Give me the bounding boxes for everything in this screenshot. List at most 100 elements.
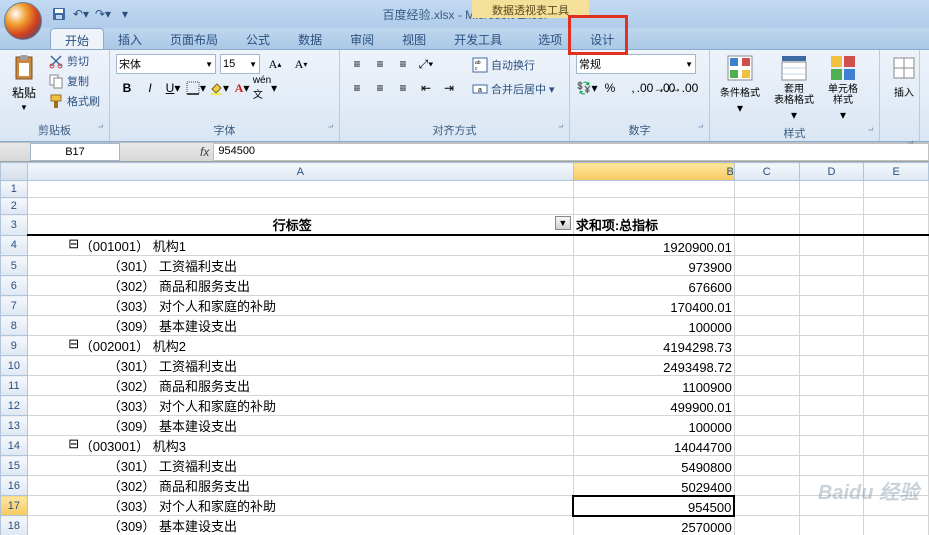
cell[interactable]: ⊟（003001） 机构3 [27, 436, 573, 456]
row-header[interactable]: 7 [1, 296, 28, 316]
col-header-D[interactable]: D [799, 163, 864, 181]
collapse-icon[interactable]: ⊟ [68, 236, 80, 252]
cell[interactable] [864, 296, 929, 316]
cell[interactable] [799, 396, 864, 416]
cell[interactable]: 973900 [573, 256, 734, 276]
cell[interactable] [799, 356, 864, 376]
tab-data[interactable]: 数据 [284, 28, 336, 49]
cell[interactable]: 100000 [573, 416, 734, 436]
cell[interactable] [799, 296, 864, 316]
row-header[interactable]: 5 [1, 256, 28, 276]
cell[interactable] [864, 516, 929, 535]
cell[interactable]: （301） 工资福利支出 [27, 356, 573, 376]
cell[interactable] [799, 476, 864, 496]
cell-style-button[interactable]: 单元格 样式▾ [822, 52, 864, 124]
tab-review[interactable]: 审阅 [336, 28, 388, 49]
office-button[interactable] [4, 2, 42, 40]
row-header[interactable]: 3 [1, 215, 28, 236]
orientation[interactable]: ⤢▾ [415, 54, 437, 74]
cell[interactable] [864, 256, 929, 276]
row-header[interactable]: 12 [1, 396, 28, 416]
cell[interactable] [864, 316, 929, 336]
tab-options[interactable]: 选项 [524, 28, 576, 49]
formula-bar[interactable]: 954500 [213, 143, 929, 161]
row-header[interactable]: 6 [1, 276, 28, 296]
cell[interactable]: ⊟（002001） 机构2 [27, 336, 573, 356]
cell[interactable]: （309） 基本建设支出 [27, 416, 573, 436]
tab-insert[interactable]: 插入 [104, 28, 156, 49]
select-all-corner[interactable] [1, 163, 28, 181]
cell[interactable]: （303） 对个人和家庭的补助 [27, 396, 573, 416]
align-right[interactable]: ≡ [392, 78, 414, 98]
pivot-value-header[interactable]: 求和项:总指标 [573, 215, 734, 236]
grow-font-button[interactable]: A▴ [264, 54, 286, 74]
tab-design[interactable]: 设计 [576, 28, 628, 49]
align-center[interactable]: ≡ [369, 78, 391, 98]
col-header-C[interactable]: C [734, 163, 799, 181]
cell[interactable] [734, 396, 799, 416]
row-header[interactable]: 14 [1, 436, 28, 456]
cell[interactable] [734, 316, 799, 336]
font-name-select[interactable]: 宋体▼ [116, 54, 216, 74]
worksheet-grid[interactable]: A B C D E 1 2 3 行标签▼ 求和项:总指标 4⊟（001001） … [0, 162, 929, 535]
row-header[interactable]: 13 [1, 416, 28, 436]
row-header[interactable]: 4 [1, 235, 28, 256]
percent-button[interactable]: % [599, 78, 621, 98]
cell[interactable]: （303） 对个人和家庭的补助 [27, 296, 573, 316]
shrink-font-button[interactable]: A▾ [290, 54, 312, 74]
cell[interactable]: 2493498.72 [573, 356, 734, 376]
cell[interactable]: 4194298.73 [573, 336, 734, 356]
cell[interactable]: 14044700 [573, 436, 734, 456]
cell[interactable]: 5029400 [573, 476, 734, 496]
fill-color-button[interactable]: ▾ [208, 78, 230, 98]
row-header[interactable]: 16 [1, 476, 28, 496]
qat-save[interactable] [50, 5, 68, 23]
collapse-icon[interactable]: ⊟ [68, 336, 80, 352]
cell[interactable] [734, 296, 799, 316]
wrap-text-button[interactable]: abc自动换行 [470, 56, 557, 74]
cell[interactable] [734, 356, 799, 376]
font-color-button[interactable]: A▾ [231, 78, 253, 98]
cell[interactable] [799, 336, 864, 356]
cell[interactable] [734, 336, 799, 356]
row-header[interactable]: 9 [1, 336, 28, 356]
cell[interactable] [864, 436, 929, 456]
paste-button[interactable]: 粘贴▼ [4, 52, 44, 114]
cell[interactable] [799, 496, 864, 516]
row-header[interactable]: 8 [1, 316, 28, 336]
row-header[interactable]: 1 [1, 181, 28, 198]
align-middle[interactable]: ≡ [369, 54, 391, 74]
tab-layout[interactable]: 页面布局 [156, 28, 232, 49]
indent-inc[interactable]: ⇥ [438, 78, 460, 98]
cell[interactable] [734, 235, 799, 256]
fx-icon[interactable]: fx [200, 145, 209, 159]
underline-button[interactable]: U▾ [162, 78, 184, 98]
name-box[interactable]: B17 [30, 143, 120, 161]
row-header[interactable]: 15 [1, 456, 28, 476]
cell[interactable]: 676600 [573, 276, 734, 296]
cell[interactable] [864, 276, 929, 296]
cell[interactable] [864, 336, 929, 356]
cell[interactable]: 100000 [573, 316, 734, 336]
cell[interactable] [799, 376, 864, 396]
number-format-select[interactable]: 常规▼ [576, 54, 696, 74]
cell[interactable] [734, 496, 799, 516]
cell[interactable] [799, 316, 864, 336]
align-left[interactable]: ≡ [346, 78, 368, 98]
italic-button[interactable]: I [139, 78, 161, 98]
cell[interactable] [864, 496, 929, 516]
qat-undo[interactable]: ↶▾ [72, 5, 90, 23]
cell[interactable]: （302） 商品和服务支出 [27, 376, 573, 396]
pivot-row-label-header[interactable]: 行标签▼ [27, 215, 573, 236]
table-format-button[interactable]: 套用 表格格式▾ [768, 52, 820, 124]
cell[interactable]: 954500 [573, 496, 734, 516]
pivot-filter-icon[interactable]: ▼ [555, 216, 571, 230]
cell[interactable] [864, 416, 929, 436]
cell[interactable] [734, 476, 799, 496]
row-header[interactable]: 2 [1, 198, 28, 215]
cond-format-button[interactable]: 条件格式▾ [714, 52, 766, 117]
cell[interactable] [734, 376, 799, 396]
cell[interactable]: 1100900 [573, 376, 734, 396]
col-header-B[interactable]: B [573, 163, 734, 181]
collapse-icon[interactable]: ⊟ [68, 436, 80, 452]
